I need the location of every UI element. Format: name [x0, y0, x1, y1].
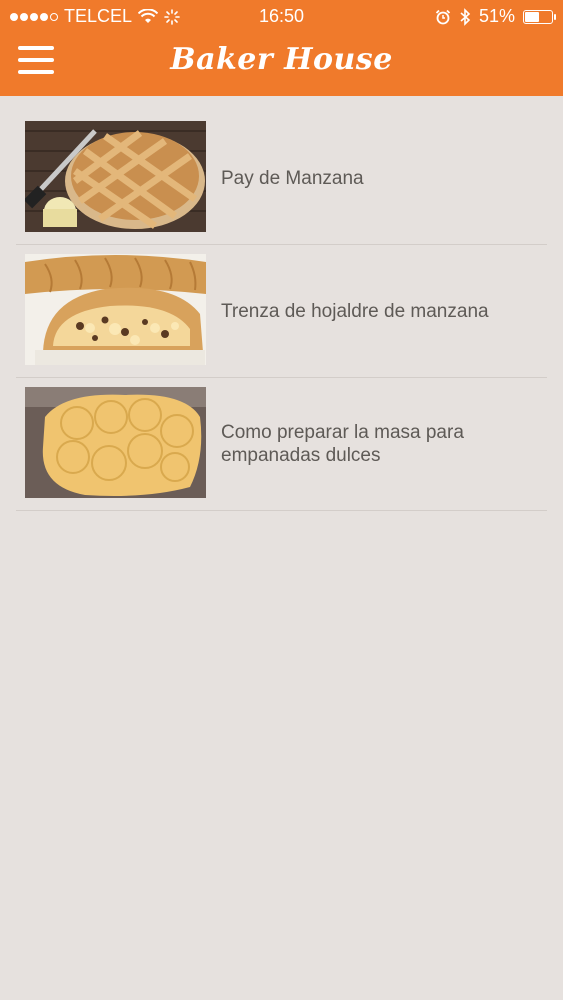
alarm-icon: [435, 9, 451, 24]
app-header: TELCEL 16:50 51% Baker House: [0, 0, 563, 96]
apple-pie-image: [25, 121, 206, 232]
apple-puff-pastry-braid-image: [25, 254, 206, 365]
recipe-title: Como preparar la masa para empanadas dul…: [221, 422, 464, 466]
recipe-item-masa-empanadas[interactable]: Como preparar la masa para empanadas dul…: [16, 378, 547, 511]
recipe-item-pay-de-manzana[interactable]: Pay de Manzana: [16, 112, 547, 245]
battery-icon: [523, 9, 556, 24]
empanada-dough-image: [25, 387, 206, 498]
status-right: 51%: [435, 6, 556, 27]
recipe-title: Trenza de hojaldre de manzana: [221, 300, 489, 322]
nav-bar: Baker House: [0, 32, 563, 96]
battery-percent: 51%: [478, 6, 515, 26]
recipe-title: Pay de Manzana: [221, 167, 364, 189]
bluetooth-icon: [460, 7, 471, 26]
recipe-item-trenza-de-hojaldre[interactable]: Trenza de hojaldre de manzana: [16, 245, 547, 378]
app-title: Baker House: [170, 42, 393, 77]
status-bar: TELCEL 16:50 51%: [0, 0, 563, 32]
recipe-list: Pay de Manzana Trenza de hojaldre de man…: [16, 112, 547, 511]
